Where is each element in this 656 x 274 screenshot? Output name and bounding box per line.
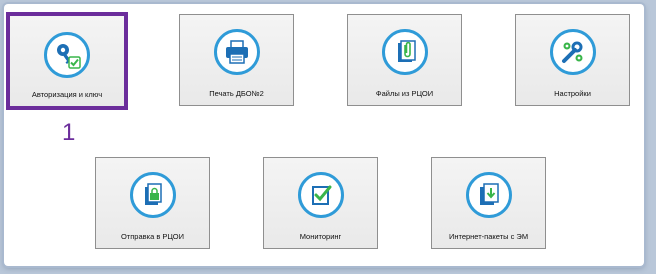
key-check-icon: [44, 32, 90, 78]
tile-label: Авторизация и ключ: [31, 90, 103, 99]
main-menu-window: Авторизация и ключ Печать ДБО№2 Файлы из…: [4, 4, 644, 266]
tile-authorization-and-key[interactable]: Авторизация и ключ: [6, 12, 128, 110]
tile-send-to-rcoi[interactable]: Отправка в РЦОИ: [95, 157, 210, 249]
tile-label: Интернет-пакеты с ЭМ: [448, 232, 529, 241]
tile-files-from-rcoi[interactable]: Файлы из РЦОИ: [347, 14, 462, 106]
paperclip-document-icon: [381, 29, 428, 75]
wrench-gears-icon: [549, 29, 596, 75]
tile-internet-packages[interactable]: Интернет-пакеты с ЭМ: [431, 157, 546, 249]
tile-label: Файлы из РЦОИ: [375, 89, 434, 98]
package-download-icon: [465, 172, 512, 218]
tile-print-dbo[interactable]: Печать ДБО№2: [179, 14, 294, 106]
tile-label: Мониторинг: [299, 232, 342, 241]
printer-icon: [213, 29, 260, 75]
tile-label: Отправка в РЦОИ: [120, 232, 185, 241]
tile-label: Настройки: [554, 89, 591, 98]
documents-upload-icon: [129, 172, 176, 218]
tile-label: Печать ДБО№2: [209, 89, 264, 98]
callout-number: 1: [62, 119, 76, 146]
tile-settings[interactable]: Настройки: [515, 14, 630, 106]
checklist-icon: [297, 172, 344, 218]
tile-monitoring[interactable]: Мониторинг: [263, 157, 378, 249]
